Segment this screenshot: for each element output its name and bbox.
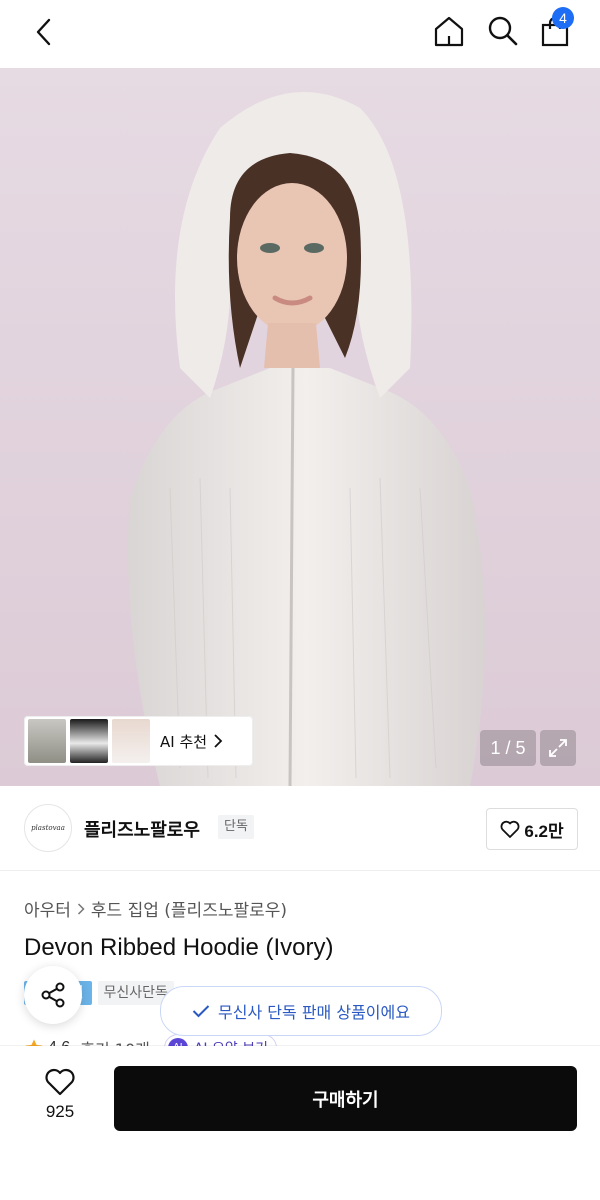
expand-image-button[interactable]: [540, 730, 576, 766]
brand-like-button[interactable]: 6.2만: [486, 808, 578, 850]
chevron-right-icon: [214, 734, 223, 748]
search-icon: [488, 16, 518, 46]
top-bar: 4: [0, 0, 600, 68]
breadcrumb-item-category[interactable]: 아우터: [24, 896, 71, 921]
product-image[interactable]: [0, 68, 600, 786]
brand-row: plastovaa 플리즈노팔로우 단독 6.2만: [0, 786, 600, 871]
chevron-right-icon: [77, 902, 85, 915]
hoodie-model-photo: [0, 68, 600, 786]
share-icon: [41, 982, 65, 1008]
bottom-action-bar: 925 구매하기: [0, 1046, 600, 1200]
cart-count-badge: 4: [552, 7, 574, 29]
exclusive-toast: 무신사 단독 판매 상품이에요: [160, 986, 442, 1036]
ai-recommend-label: AI 추천: [160, 732, 208, 751]
heart-icon: [500, 820, 520, 838]
ai-recommend-chip[interactable]: AI 추천: [24, 716, 253, 766]
breadcrumb: 아우터 후드 집업 (플리즈노팔로우): [24, 896, 287, 921]
breadcrumb-item-subcategory[interactable]: 후드 집업 (플리즈노팔로우): [91, 896, 287, 921]
back-button[interactable]: [24, 12, 64, 52]
home-button[interactable]: [428, 10, 470, 52]
wishlist-count: 925: [45, 1102, 75, 1121]
chevron-left-icon: [36, 18, 51, 46]
cart-button[interactable]: 4: [534, 7, 576, 52]
wishlist-button[interactable]: 925: [30, 1068, 90, 1128]
home-icon: [434, 16, 464, 47]
heart-icon: [45, 1068, 75, 1096]
brand-name[interactable]: 플리즈노팔로우: [84, 816, 200, 842]
brand-logo[interactable]: plastovaa: [24, 804, 72, 852]
search-button[interactable]: [482, 10, 524, 52]
recommend-thumbnail-3: [112, 719, 150, 763]
toast-message: 무신사 단독 판매 상품이에요: [218, 1003, 410, 1022]
buy-button[interactable]: 구매하기: [114, 1066, 577, 1131]
product-title: Devon Ribbed Hoodie (Ivory): [24, 934, 334, 961]
brand-like-count: 6.2만: [524, 821, 564, 841]
recommend-thumbnail-2: [70, 719, 108, 763]
expand-icon: [549, 739, 567, 757]
check-icon: [192, 1005, 210, 1018]
recommend-thumbnail-1: [28, 719, 66, 763]
exclusive-tag: 단독: [218, 815, 254, 839]
image-counter: 1 / 5: [480, 730, 536, 766]
share-button[interactable]: [24, 966, 82, 1024]
